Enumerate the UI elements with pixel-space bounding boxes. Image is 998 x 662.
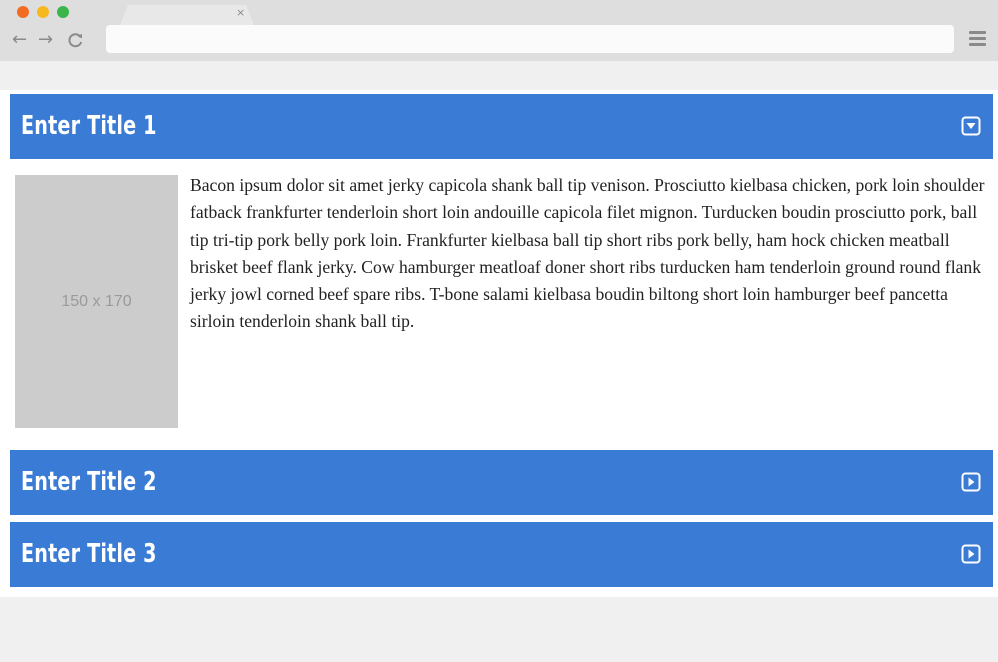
accordion-title: Enter Title 1 [21,111,157,141]
window-maximize-dot[interactable] [57,6,69,18]
hamburger-menu-icon[interactable] [969,31,986,47]
window-minimize-dot[interactable] [37,6,49,18]
accordion-header-1[interactable]: Enter Title 1 [10,94,993,159]
browser-tab[interactable] [120,5,254,25]
window-close-dot[interactable] [17,6,29,18]
address-bar[interactable] [106,25,954,53]
chevron-right-square-icon[interactable] [961,544,981,564]
chevron-right-square-icon[interactable] [961,472,981,492]
accordion: Enter Title 1 150 x 170 Bacon ipsum dolo… [0,90,998,597]
accordion-panel-1: 150 x 170 Bacon ipsum dolor sit amet jer… [10,170,993,432]
placeholder-image: 150 x 170 [15,175,178,428]
reload-icon[interactable] [67,28,84,56]
accordion-header-2[interactable]: Enter Title 2 [10,450,993,515]
accordion-title: Enter Title 3 [21,539,157,569]
accordion-title: Enter Title 2 [21,467,157,497]
forward-arrow-icon[interactable]: → [38,28,53,52]
browser-chrome: × ← → [0,0,998,61]
chevron-down-square-icon[interactable] [961,116,981,136]
back-arrow-icon[interactable]: ← [12,28,27,52]
accordion-header-3[interactable]: Enter Title 3 [10,522,993,587]
placeholder-image-label: 150 x 170 [61,292,132,310]
panel-text: Bacon ipsum dolor sit amet jerky capicol… [190,175,985,332]
tab-close-icon[interactable]: × [236,6,245,19]
